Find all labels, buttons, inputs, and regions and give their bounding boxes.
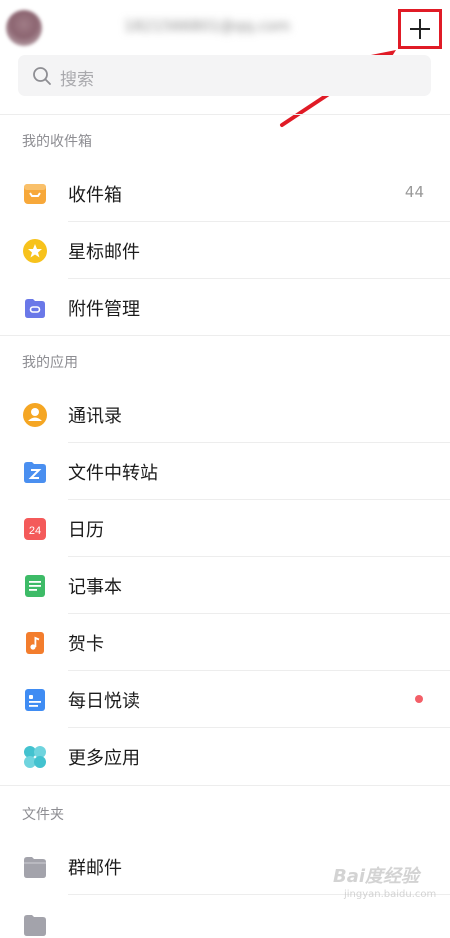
menu-item-greeting-card[interactable]: 贺卡 <box>0 614 450 670</box>
menu-item-attachments[interactable]: 附件管理 <box>0 279 450 335</box>
menu-item-label: 群邮件 <box>68 858 122 879</box>
divider <box>0 335 450 336</box>
menu-item-label: 贺卡 <box>68 634 104 655</box>
menu-item-label: 通讯录 <box>68 406 122 427</box>
more-apps-icon <box>24 746 46 768</box>
account-email[interactable]: 1821566801@qq.com <box>124 17 330 37</box>
menu-item-label: 星标邮件 <box>68 242 140 263</box>
section-title-apps: 我的应用 <box>22 355 78 371</box>
star-icon <box>23 239 47 263</box>
unread-dot <box>415 695 423 703</box>
avatar[interactable] <box>6 10 42 46</box>
menu-item-starred[interactable]: 星标邮件 <box>0 222 450 278</box>
inbox-tray-icon <box>24 184 46 204</box>
daily-reading-icon <box>25 689 45 711</box>
menu-item-inbox[interactable]: 收件箱 44 <box>0 165 450 221</box>
attachment-icon <box>25 299 45 318</box>
watermark-url: jingyan.baidu.com <box>344 889 437 900</box>
file-transfer-icon <box>24 462 46 483</box>
menu-item-daily-reading[interactable]: 每日悦读 <box>0 671 450 727</box>
menu-item-label: 文件中转站 <box>68 463 158 484</box>
notepad-icon <box>25 575 45 597</box>
menu-item-more-apps[interactable]: 更多应用 <box>0 728 450 784</box>
menu-item-notepad[interactable]: 记事本 <box>0 557 450 613</box>
menu-item-label: 日历 <box>68 520 104 541</box>
folder-icon <box>24 857 46 878</box>
calendar-day-text: 24 <box>29 525 41 537</box>
menu-item-label: 附件管理 <box>68 299 140 320</box>
greeting-card-icon <box>26 632 44 654</box>
menu-item-calendar[interactable]: 24 日历 <box>0 500 450 556</box>
search-placeholder: 搜索 <box>60 70 94 90</box>
menu-item-label: 记事本 <box>68 577 122 598</box>
section-title-inbox: 我的收件箱 <box>22 134 92 150</box>
menu-item-partial[interactable] <box>0 908 450 936</box>
menu-item-file-transfer[interactable]: 文件中转站 <box>0 443 450 499</box>
watermark-logo: Bai度经验 <box>333 866 420 887</box>
divider <box>0 785 450 786</box>
menu-item-label: 每日悦读 <box>68 691 140 712</box>
search-icon <box>33 67 51 85</box>
menu-item-label: 收件箱 <box>68 185 122 206</box>
divider <box>0 114 450 115</box>
folder-icon <box>24 915 46 936</box>
menu-item-contacts[interactable]: 通讯录 <box>0 386 450 442</box>
menu-item-label: 更多应用 <box>68 748 140 769</box>
search-input[interactable]: 搜索 <box>18 55 431 96</box>
unread-count: 44 <box>404 183 424 201</box>
section-title-folders: 文件夹 <box>22 807 64 823</box>
contacts-icon <box>23 403 47 427</box>
calendar-icon: 24 <box>24 518 46 540</box>
